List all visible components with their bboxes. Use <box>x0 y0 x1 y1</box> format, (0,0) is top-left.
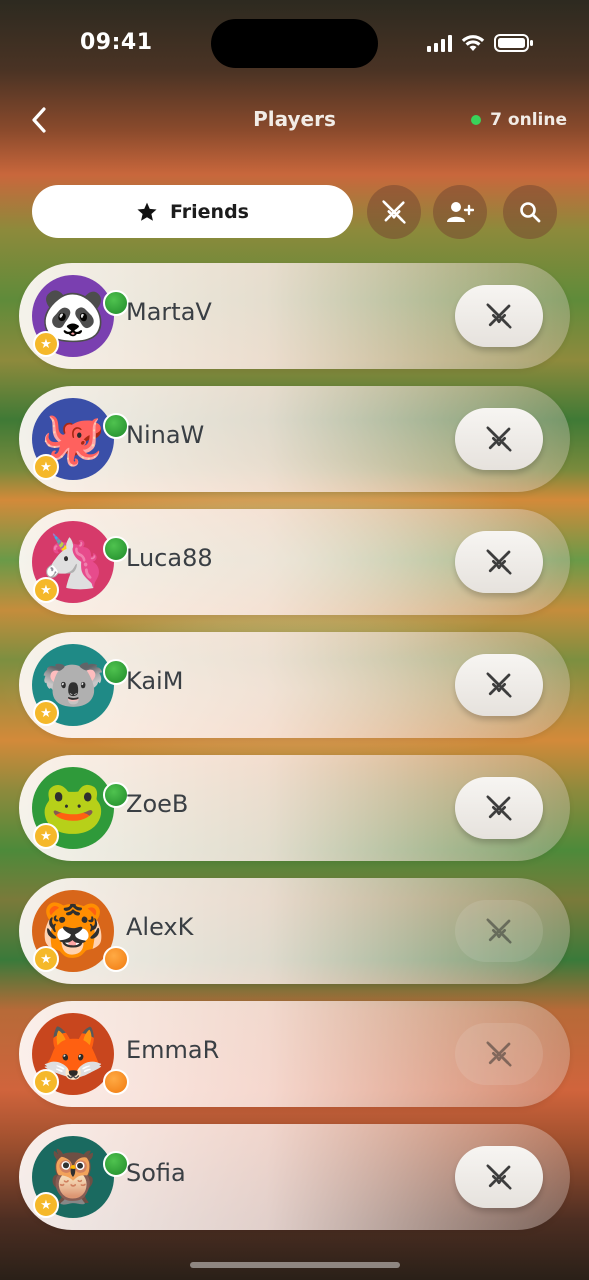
crossed-swords-icon <box>484 424 514 454</box>
player-row[interactable]: 🐼 ★ MartaV <box>19 263 570 369</box>
search-icon <box>520 202 541 223</box>
player-name: KaiM <box>126 667 184 695</box>
crossed-swords-icon <box>484 547 514 577</box>
filter-row: Friends <box>32 184 557 240</box>
star-badge-icon: ★ <box>33 577 59 603</box>
star-icon <box>137 202 157 221</box>
challenge-button[interactable] <box>455 900 543 962</box>
star-badge-icon: ★ <box>33 1069 59 1095</box>
challenge-button[interactable] <box>455 408 543 470</box>
challenge-button[interactable] <box>455 285 543 347</box>
player-name: EmmaR <box>126 1036 220 1064</box>
player-row[interactable]: 🦊 ★ EmmaR <box>19 1001 570 1107</box>
online-count: 7 online <box>490 110 567 130</box>
add-user-icon <box>447 202 474 222</box>
presence-status-icon <box>103 946 129 972</box>
player-row[interactable]: 🦄 ★ Luca88 <box>19 509 570 615</box>
status-bar: 09:41 <box>0 0 589 88</box>
star-badge-icon: ★ <box>33 454 59 480</box>
cellular-signal-icon <box>427 34 452 52</box>
player-avatar: 🦉 ★ <box>32 1136 129 1218</box>
crossed-swords-icon <box>484 301 514 331</box>
player-name: ZoeB <box>126 790 189 818</box>
crossed-swords-icon <box>484 670 514 700</box>
status-time: 09:41 <box>80 30 153 55</box>
challenge-filter-button[interactable] <box>367 185 421 239</box>
player-row[interactable]: 🐸 ★ ZoeB <box>19 755 570 861</box>
player-row[interactable]: 🦉 ★ Sofia <box>19 1124 570 1230</box>
wifi-icon <box>461 35 485 51</box>
player-name: MartaV <box>126 298 212 326</box>
crossed-swords-icon <box>484 1039 514 1069</box>
player-avatar: 🐯 ★ <box>32 890 129 972</box>
star-badge-icon: ★ <box>33 823 59 849</box>
player-name: Sofia <box>126 1159 186 1187</box>
player-name: AlexK <box>126 913 194 941</box>
player-avatar: 🐙 ★ <box>32 398 129 480</box>
star-badge-icon: ★ <box>33 700 59 726</box>
challenge-button[interactable] <box>455 1146 543 1208</box>
challenge-button[interactable] <box>455 777 543 839</box>
nav-header: Players 7 online <box>0 95 589 145</box>
player-avatar: 🦊 ★ <box>32 1013 129 1095</box>
challenge-button[interactable] <box>455 531 543 593</box>
star-badge-icon: ★ <box>33 946 59 972</box>
status-icons <box>427 33 534 53</box>
online-dot-icon <box>471 115 482 125</box>
star-badge-icon: ★ <box>33 331 59 357</box>
crossed-swords-icon <box>484 916 514 946</box>
home-indicator <box>190 1262 400 1268</box>
crossed-swords-icon <box>484 1162 514 1192</box>
player-name: Luca88 <box>126 544 213 572</box>
friends-filter-button[interactable]: Friends <box>32 185 353 238</box>
search-button[interactable] <box>503 185 557 239</box>
player-avatar: 🐨 ★ <box>32 644 129 726</box>
player-avatar: 🐸 ★ <box>32 767 129 849</box>
star-badge-icon: ★ <box>33 1192 59 1218</box>
battery-icon <box>494 34 533 52</box>
presence-status-icon <box>103 1069 129 1095</box>
crossed-swords-icon <box>382 200 406 224</box>
challenge-button[interactable] <box>455 1023 543 1085</box>
player-row[interactable]: 🐯 ★ AlexK <box>19 878 570 984</box>
player-avatar: 🦄 ★ <box>32 521 129 603</box>
online-indicator: 7 online <box>471 110 567 130</box>
dynamic-island <box>211 19 378 68</box>
player-avatar: 🐼 ★ <box>32 275 129 357</box>
challenge-button[interactable] <box>455 654 543 716</box>
crossed-swords-icon <box>484 793 514 823</box>
friends-filter-label: Friends <box>170 200 249 223</box>
player-row[interactable]: 🐨 ★ KaiM <box>19 632 570 738</box>
player-name: NinaW <box>126 421 205 449</box>
player-row[interactable]: 🐙 ★ NinaW <box>19 386 570 492</box>
add-friend-button[interactable] <box>433 185 487 239</box>
